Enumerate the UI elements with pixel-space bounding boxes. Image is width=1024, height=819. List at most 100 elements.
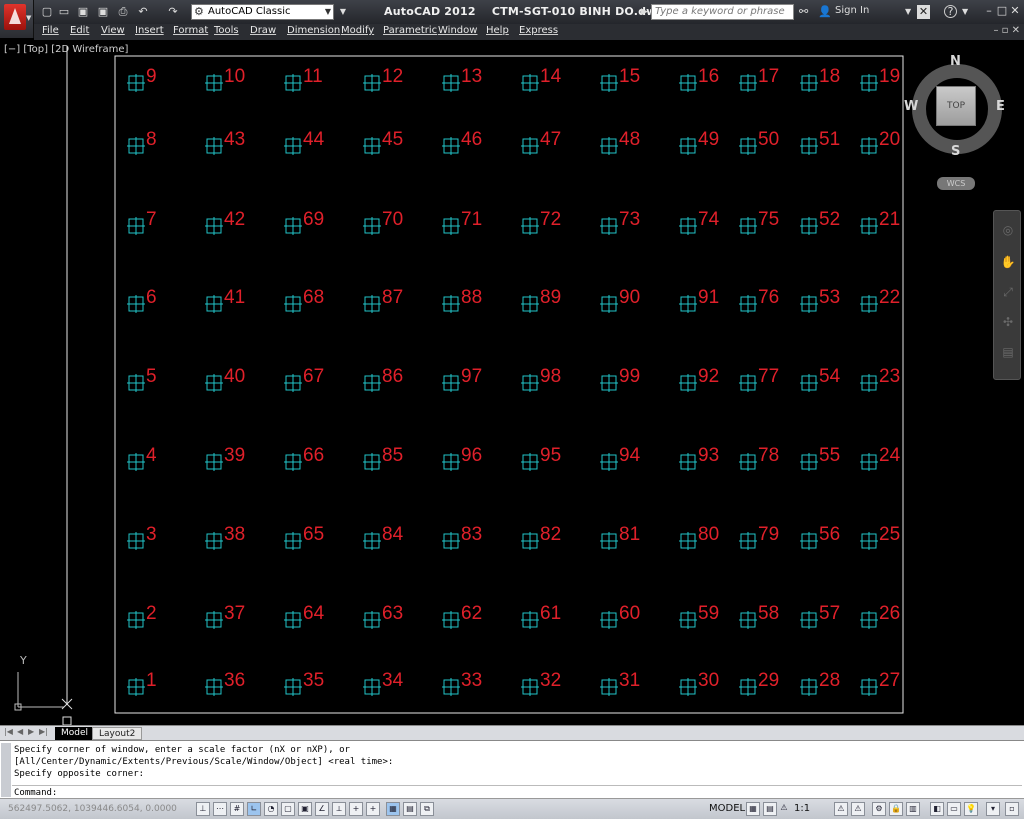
menu-parametric[interactable]: Parametric [383,25,437,36]
workspace-selector[interactable]: ⚙ AutoCAD Classic ▼ [191,4,334,20]
grid-point-label: 33 [461,670,482,691]
steering-wheel-icon[interactable]: ◎ [1000,223,1016,239]
menu-insert[interactable]: Insert [135,25,164,36]
compass-west[interactable]: W [904,99,918,114]
quick-view-drawings-icon[interactable]: ▤ [763,802,777,816]
chevron-down-icon[interactable]: ▼ [962,4,968,20]
grid-point-label: 48 [619,129,640,150]
orbit-icon[interactable]: ✣ [1000,315,1016,331]
quick-view-layouts-icon[interactable]: ▦ [746,802,760,816]
help-icon[interactable]: ? [944,5,957,18]
application-menu-button[interactable]: ▼ [0,0,34,38]
sign-in-button[interactable]: Sign In [835,5,869,16]
showmotion-icon[interactable]: ▤ [1000,345,1016,361]
dynamic-input-icon[interactable]: + [349,802,363,816]
object-snap-icon[interactable]: ▢ [281,802,295,816]
selection-cycling-icon[interactable]: ⧉ [420,802,434,816]
dynamic-ucs-icon[interactable]: ⟂ [332,802,346,816]
infer-constraints-icon[interactable]: ⊥ [196,802,210,816]
grid-point-label: 85 [382,445,403,466]
ortho-mode-icon[interactable]: ∟ [247,802,261,816]
pan-hand-icon[interactable]: ✋ [1000,255,1016,271]
status-menu-icon[interactable]: ▾ [986,802,1000,816]
grid-point-label: 62 [461,603,482,624]
auto-scale-icon[interactable]: ⚠ [851,802,865,816]
coordinate-readout[interactable]: 562497.5062, 1039446.6054, 0.0000 [8,804,177,814]
menu-help[interactable]: Help [486,25,509,36]
viewcube[interactable]: N S E W TOP [902,54,1012,164]
menu-draw[interactable]: Draw [250,25,276,36]
menu-view[interactable]: View [101,25,125,36]
new-file-icon[interactable]: ▢ [40,5,54,19]
customize-toolbar-icon[interactable]: ▼ [336,5,350,19]
menu-tools[interactable]: Tools [214,25,239,36]
undo-icon[interactable]: ↶ [136,5,150,19]
exchange-icon[interactable]: ✕ [917,5,930,19]
user-icon[interactable]: 👤 [818,4,832,20]
grid-point-label: 98 [540,366,561,387]
minimize-icon[interactable]: – [983,4,995,17]
menu-format[interactable]: Format [173,25,208,36]
transparency-icon[interactable]: ▦ [386,802,400,816]
isolate-objects-icon[interactable]: ◧ [930,802,944,816]
hardware-acceleration-icon[interactable]: ▥ [906,802,920,816]
annotation-scale-value[interactable]: 1:1 [794,802,810,816]
viewcube-top-face[interactable]: TOP [936,86,976,126]
open-folder-icon[interactable]: ▭ [57,5,71,19]
grid-point-label: 3 [146,524,157,545]
menu-window[interactable]: Window [438,25,477,36]
model-space-toggle[interactable]: MODEL [709,802,745,816]
snap-mode-icon[interactable]: ⋯ [213,802,227,816]
command-line-grip[interactable] [1,743,11,797]
annotation-visibility-icon[interactable]: ⚠ [834,802,848,816]
wcs-menu-button[interactable]: WCS [937,177,975,190]
menu-file[interactable]: File [42,25,59,36]
chevron-down-icon[interactable]: ▼ [905,4,911,20]
drawing-viewport[interactable]: [−] [Top] [2D Wireframe] 9 10 11 12 13 14 15 16… [0,40,1024,725]
command-input[interactable]: Command: [14,788,57,798]
previous-tab-icon[interactable]: ◀ [17,727,23,736]
grid-point-label: 16 [698,66,719,87]
clean-screen-toggle-icon[interactable]: ▫ [1005,802,1019,816]
grid-point-label: 90 [619,287,640,308]
toolbar-lock-icon[interactable]: 🔒 [889,802,903,816]
next-tab-icon[interactable]: ▶ [28,727,34,736]
print-icon[interactable]: ⎙ [116,5,130,19]
menu-edit[interactable]: Edit [70,25,89,36]
compass-south[interactable]: S [951,144,960,159]
compass-north[interactable]: N [950,54,961,69]
zoom-icon[interactable]: ⤢ [1000,285,1016,301]
save-as-icon[interactable]: ▣ [96,5,110,19]
3d-object-snap-icon[interactable]: ▣ [298,802,312,816]
clean-screen-icon[interactable]: ▭ [947,802,961,816]
grid-points-group: 9 10 11 12 13 14 15 16 17 18 198 43 44 45 46 47 48 49 50 51… [127,66,901,696]
grid-point-label: 65 [303,524,324,545]
last-tab-icon[interactable]: ▶| [39,727,48,736]
menu-express[interactable]: Express [519,25,558,36]
grid-point-label: 73 [619,209,640,230]
compass-east[interactable]: E [996,99,1005,114]
menu-dimension[interactable]: Dimension [287,25,340,36]
polar-tracking-icon[interactable]: ◔ [264,802,278,816]
tab-layout2[interactable]: Layout2 [92,727,143,740]
binoculars-icon[interactable]: ⚯ [799,4,808,20]
grid-point-label: 30 [698,670,719,691]
quick-properties-icon[interactable]: ▤ [403,802,417,816]
drawing-canvas[interactable]: 9 10 11 12 13 14 15 16 17 18 198 43 44 45 46 47 48 49 50 51… [0,40,1024,725]
maximize-icon[interactable]: □ [996,4,1008,17]
lightbulb-icon[interactable]: 💡 [964,802,978,816]
document-window-controls[interactable]: – ▫ ✕ [993,25,1020,36]
first-tab-icon[interactable]: |◀ [4,727,13,736]
save-icon[interactable]: ▣ [76,5,90,19]
viewport-controls-label[interactable]: [−] [Top] [2D Wireframe] [4,44,128,55]
workspace-switching-icon[interactable]: ⚙ [872,802,886,816]
search-input[interactable]: Type a keyword or phrase [651,4,794,20]
object-snap-tracking-icon[interactable]: ∠ [315,802,329,816]
menu-modify[interactable]: Modify [341,25,374,36]
redo-icon[interactable]: ↷ [166,5,180,19]
lineweight-icon[interactable]: + [366,802,380,816]
expand-arrow-icon[interactable]: ▶ [641,4,648,20]
grid-display-icon[interactable]: # [230,802,244,816]
tab-model[interactable]: Model [55,727,95,740]
close-icon[interactable]: ✕ [1009,4,1021,17]
